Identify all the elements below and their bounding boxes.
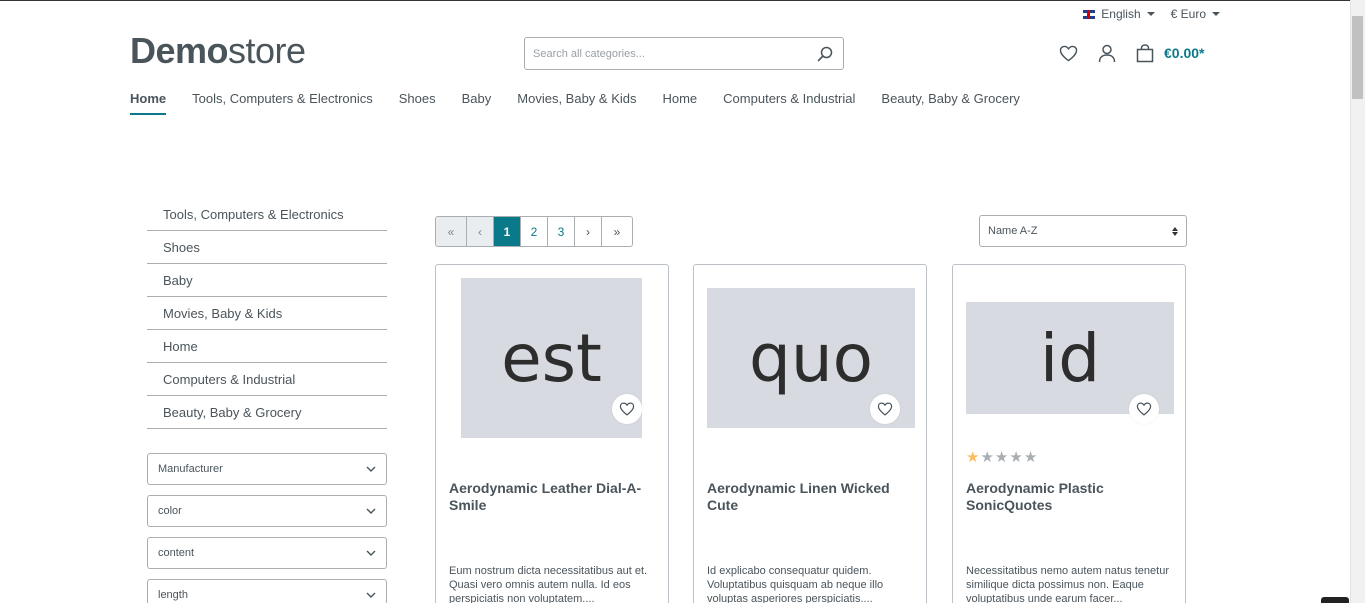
cart-amount: €0.00* <box>1164 45 1205 61</box>
caret-down-icon <box>1146 12 1155 16</box>
nav-item-shoes[interactable]: Shoes <box>399 91 436 115</box>
pagination-last-button[interactable]: » <box>602 217 632 246</box>
sidebar-item-home[interactable]: Home <box>147 330 387 363</box>
nav-item-movies-baby-kids[interactable]: Movies, Baby & Kids <box>517 91 636 115</box>
filter-label: Manufacturer <box>158 463 223 475</box>
pagination-page-1[interactable]: 1 <box>494 217 521 246</box>
pagination-prev-button[interactable]: ‹ <box>467 217 494 246</box>
nav-item-home-category[interactable]: Home <box>662 91 697 115</box>
sidebar-filters: Manufacturer color content length <box>147 453 387 603</box>
product-description: Necessitatibus nemo autem natus tenetur … <box>966 565 1170 603</box>
search-icon <box>817 46 833 61</box>
product-name[interactable]: Aerodynamic Linen Wicked Cute <box>707 480 917 514</box>
caret-down-icon <box>1212 12 1220 16</box>
heart-icon <box>619 402 635 416</box>
account-button[interactable] <box>1097 43 1117 63</box>
store-logo[interactable]: Demostore <box>130 31 306 71</box>
logo-bold: Demo <box>130 30 229 71</box>
language-label: English <box>1101 7 1141 21</box>
sidebar-categories: Tools, Computers & Electronics Shoes Bab… <box>147 199 387 429</box>
product-image-text: id <box>1039 319 1101 397</box>
nav-item-tools-computers-electronics[interactable]: Tools, Computers & Electronics <box>192 91 373 115</box>
filter-content[interactable]: content <box>147 537 387 569</box>
user-icon <box>1098 44 1116 62</box>
product-rating: ★ ★ ★ ★ ★ <box>966 450 1037 465</box>
wishlist-button[interactable] <box>1058 43 1078 63</box>
star-empty-icon: ★ <box>994 449 1009 466</box>
uk-flag-icon <box>1083 9 1096 19</box>
sidebar-item-baby[interactable]: Baby <box>147 264 387 297</box>
product-description: Eum nostrum dicta necessitatibus aut et.… <box>449 565 648 603</box>
filter-manufacturer[interactable]: Manufacturer <box>147 453 387 485</box>
cart-button[interactable]: €0.00* <box>1136 43 1205 63</box>
sort-select[interactable]: Name A-Z <box>979 215 1187 247</box>
nav-item-home[interactable]: Home <box>130 91 167 115</box>
main-navigation: Home Tools, Computers & Electronics Shoe… <box>130 91 1046 115</box>
search-bar <box>524 37 844 70</box>
add-to-wishlist-button[interactable] <box>612 394 642 424</box>
shopping-bag-icon <box>1136 43 1154 62</box>
language-selector[interactable]: English <box>1083 7 1155 21</box>
nav-item-beauty-baby-grocery[interactable]: Beauty, Baby & Grocery <box>881 91 1020 115</box>
product-image-text: quo <box>748 319 874 397</box>
window-top-border <box>0 0 1365 1</box>
product-card: quo Aerodynamic Linen Wicked Cute Id exp… <box>693 264 927 603</box>
product-name[interactable]: Aerodynamic Plastic SonicQuotes <box>966 480 1176 514</box>
topbar: English € Euro <box>1083 7 1220 21</box>
page-scrollbar[interactable] <box>1350 0 1365 603</box>
chevron-down-icon <box>366 466 376 472</box>
header-actions: €0.00* <box>1058 43 1204 63</box>
scrollbar-thumb[interactable] <box>1352 16 1363 99</box>
chevron-down-icon <box>366 550 376 556</box>
star-empty-icon: ★ <box>980 449 994 466</box>
pagination-page-2[interactable]: 2 <box>521 217 548 246</box>
star-filled-icon: ★ <box>966 449 980 466</box>
product-image-text: est <box>501 319 602 397</box>
overlay-widget-tab[interactable] <box>1321 597 1349 603</box>
pagination-next-button[interactable]: › <box>575 217 602 246</box>
star-empty-icon: ★ <box>1023 449 1038 466</box>
product-card: est Aerodynamic Leather Dial-A-Smile Eum… <box>435 264 669 603</box>
product-card: id ★ ★ ★ ★ ★ Aerodynamic Plastic SonicQu… <box>952 264 1186 603</box>
filter-label: color <box>158 505 182 517</box>
heart-icon <box>1136 402 1152 416</box>
heart-icon <box>877 402 893 416</box>
pagination-page-3[interactable]: 3 <box>548 217 575 246</box>
pagination: « ‹ 1 2 3 › » <box>435 216 633 247</box>
logo-thin: store <box>228 30 306 71</box>
product-description: Id explicabo consequatur quidem. Volupta… <box>707 565 884 603</box>
search-input[interactable] <box>525 38 807 69</box>
search-button[interactable] <box>807 38 843 69</box>
nav-item-computers-industrial[interactable]: Computers & Industrial <box>723 91 855 115</box>
sort-arrows-icon <box>1172 226 1178 236</box>
add-to-wishlist-button[interactable] <box>1129 394 1159 424</box>
add-to-wishlist-button[interactable] <box>870 394 900 424</box>
product-name[interactable]: Aerodynamic Leather Dial-A-Smile <box>449 480 659 514</box>
heart-icon <box>1059 45 1077 61</box>
currency-label: € Euro <box>1170 7 1206 21</box>
chevron-down-icon <box>366 508 376 514</box>
sidebar-item-movies-baby-kids[interactable]: Movies, Baby & Kids <box>147 297 387 330</box>
sidebar-item-computers-industrial[interactable]: Computers & Industrial <box>147 363 387 396</box>
chevron-down-icon <box>366 592 376 598</box>
star-empty-icon: ★ <box>1009 449 1023 466</box>
currency-selector[interactable]: € Euro <box>1171 7 1220 21</box>
filter-label: length <box>158 589 188 601</box>
sort-selected-label: Name A-Z <box>988 225 1038 237</box>
filter-length[interactable]: length <box>147 579 387 603</box>
sidebar-item-tools-computers-electronics[interactable]: Tools, Computers & Electronics <box>147 199 387 231</box>
nav-item-baby[interactable]: Baby <box>462 91 492 115</box>
filter-color[interactable]: color <box>147 495 387 527</box>
sidebar-item-shoes[interactable]: Shoes <box>147 231 387 264</box>
filter-label: content <box>158 547 195 559</box>
pagination-first-button[interactable]: « <box>436 217 467 246</box>
sidebar-item-beauty-baby-grocery[interactable]: Beauty, Baby & Grocery <box>147 396 387 429</box>
